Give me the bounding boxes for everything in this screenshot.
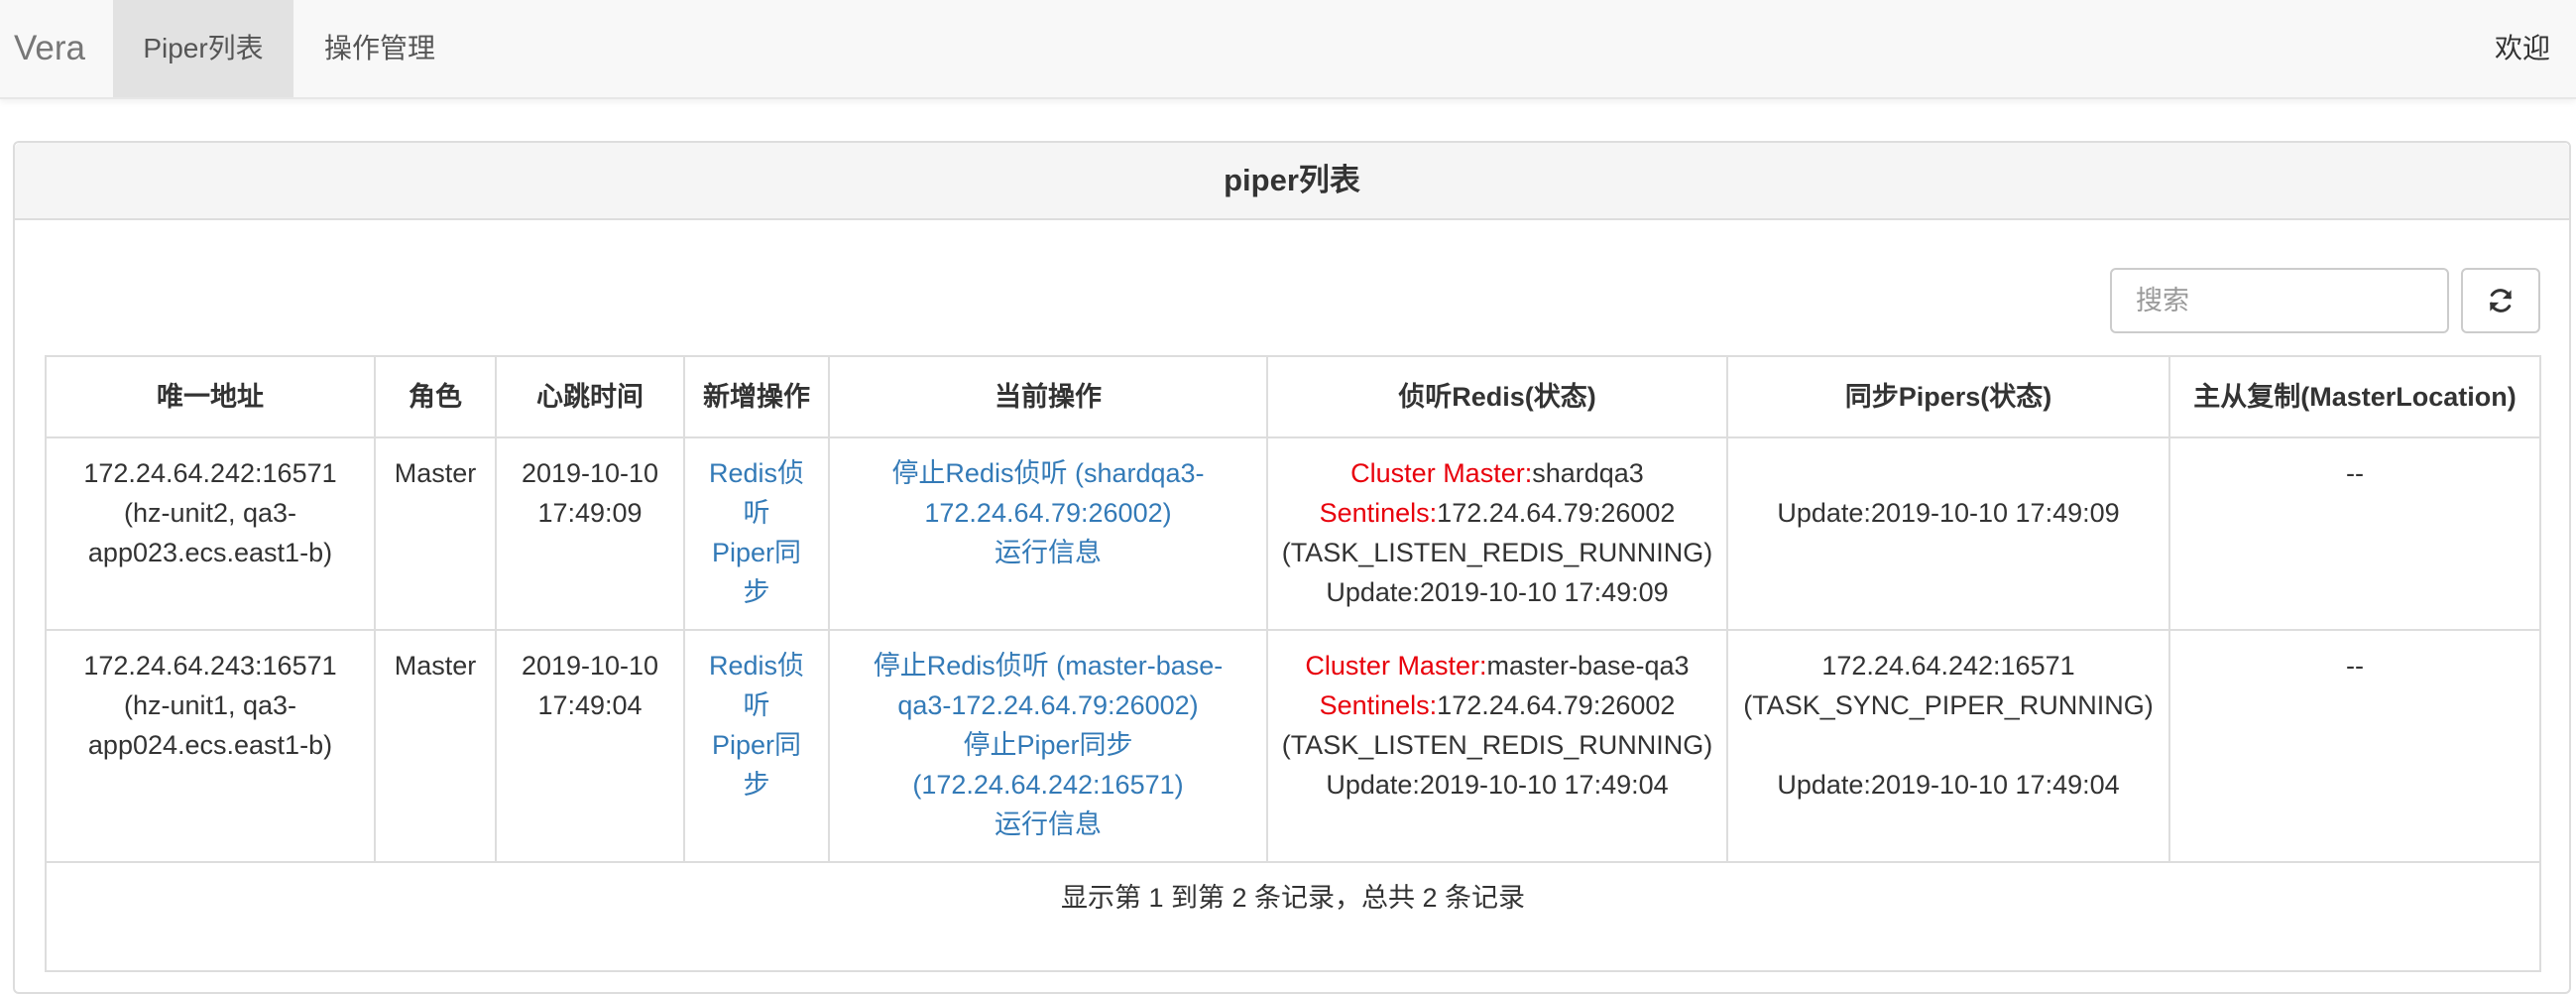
- column-header-address[interactable]: 唯一地址: [45, 355, 376, 438]
- add-redis-listen-link[interactable]: Redis侦 听: [693, 646, 820, 725]
- sync-pipers-cell: Update:2019-10-10 17:49:09: [1726, 436, 2170, 631]
- cluster-master-value: shardqa3: [1532, 458, 1644, 488]
- link-text[interactable]: Piper同: [693, 533, 820, 572]
- link-text[interactable]: 停止Piper同步: [838, 725, 1258, 765]
- piper-table: 唯一地址 角色 心跳时间 新增操作 当前操作 侦听Redis(状态) 同步Pip…: [45, 355, 2541, 972]
- listen-redis-cell: Cluster Master:shardqa3 Sentinels:172.24…: [1266, 436, 1728, 631]
- refresh-button[interactable]: [2461, 268, 2540, 333]
- add-operation-cell: Redis侦 听 Piper同 步: [683, 436, 830, 631]
- master-location-cell: --: [2168, 436, 2541, 631]
- column-header-current-operation[interactable]: 当前操作: [828, 355, 1268, 438]
- sentinels-value: 172.24.64.79:26002: [1437, 690, 1676, 720]
- sentinels-line: Sentinels:172.24.64.79:26002: [1276, 685, 1718, 725]
- cluster-master-line: Cluster Master:master-base-qa3: [1276, 646, 1718, 685]
- brand-logo[interactable]: Vera: [14, 0, 85, 97]
- tab-operation-management[interactable]: 操作管理: [293, 0, 466, 97]
- refresh-icon: [2490, 289, 2512, 312]
- navbar: Vera Piper列表 操作管理 欢迎: [0, 0, 2576, 99]
- current-operation-cell: 停止Redis侦听 (master-base- qa3-172.24.64.79…: [828, 629, 1268, 863]
- sentinels-label: Sentinels:: [1319, 690, 1438, 720]
- role-cell: Master: [374, 629, 497, 863]
- role-cell: Master: [374, 436, 497, 631]
- listen-redis-cell: Cluster Master:master-base-qa3 Sentinels…: [1266, 629, 1728, 863]
- heartbeat-date: 2019-10-10: [521, 651, 659, 681]
- panel-title: piper列表: [15, 143, 2569, 220]
- link-text[interactable]: 步: [693, 572, 820, 612]
- link-text[interactable]: (172.24.64.242:16571): [838, 765, 1258, 805]
- search-input[interactable]: [2110, 268, 2449, 333]
- heartbeat-cell: 2019-10-10 17:49:09: [495, 436, 685, 631]
- redis-update-time: Update:2019-10-10 17:49:04: [1326, 770, 1669, 800]
- address-cell: 172.24.64.243:16571 (hz-unit1, qa3- app0…: [45, 629, 376, 863]
- sync-update-time: Update:2019-10-10 17:49:04: [1777, 770, 2120, 800]
- table-footer-row: 显示第 1 到第 2 条记录，总共 2 条记录: [45, 861, 2541, 972]
- cluster-master-label: Cluster Master:: [1305, 651, 1487, 681]
- address-line: app023.ecs.east1-b): [87, 538, 333, 567]
- sentinels-value: 172.24.64.79:26002: [1437, 498, 1676, 528]
- column-header-master-location[interactable]: 主从复制(MasterLocation): [2168, 355, 2541, 438]
- sync-status: (TASK_SYNC_PIPER_RUNNING): [1743, 690, 2154, 720]
- redis-status: (TASK_LISTEN_REDIS_RUNNING): [1281, 730, 1713, 760]
- heartbeat-date: 2019-10-10: [521, 458, 659, 488]
- add-piper-sync-link[interactable]: Piper同 步: [693, 725, 820, 805]
- tab-piper-list[interactable]: Piper列表: [113, 0, 293, 97]
- current-operation-cell: 停止Redis侦听 (shardqa3- 172.24.64.79:26002)…: [828, 436, 1268, 631]
- cluster-master-label: Cluster Master:: [1350, 458, 1533, 488]
- stop-piper-sync-link[interactable]: 停止Piper同步 (172.24.64.242:16571): [838, 725, 1258, 805]
- table-header-row: 唯一地址 角色 心跳时间 新增操作 当前操作 侦听Redis(状态) 同步Pip…: [45, 355, 2541, 438]
- sync-pipers-cell: 172.24.64.242:16571 (TASK_SYNC_PIPER_RUN…: [1726, 629, 2170, 863]
- heartbeat-cell: 2019-10-10 17:49:04: [495, 629, 685, 863]
- address-line: (hz-unit2, qa3-: [123, 498, 297, 528]
- sentinels-label: Sentinels:: [1319, 498, 1438, 528]
- add-operation-cell: Redis侦 听 Piper同 步: [683, 629, 830, 863]
- column-header-role[interactable]: 角色: [374, 355, 497, 438]
- link-text[interactable]: Redis侦: [693, 453, 820, 493]
- table-row: 172.24.64.242:16571 (hz-unit2, qa3- app0…: [45, 436, 2541, 631]
- link-text[interactable]: 停止Redis侦听 (shardqa3-: [838, 453, 1258, 493]
- link-text[interactable]: Piper同: [693, 725, 820, 765]
- redis-status: (TASK_LISTEN_REDIS_RUNNING): [1281, 538, 1713, 567]
- link-text[interactable]: Redis侦: [693, 646, 820, 685]
- run-info-link[interactable]: 运行信息: [838, 533, 1258, 572]
- stop-redis-listen-link[interactable]: 停止Redis侦听 (shardqa3- 172.24.64.79:26002): [838, 453, 1258, 533]
- address-line: app024.ecs.east1-b): [87, 730, 333, 760]
- link-text[interactable]: 172.24.64.79:26002): [838, 493, 1258, 533]
- table-row: 172.24.64.243:16571 (hz-unit1, qa3- app0…: [45, 629, 2541, 863]
- link-text[interactable]: 步: [693, 765, 820, 805]
- column-header-listen-redis[interactable]: 侦听Redis(状态): [1266, 355, 1728, 438]
- address-line: 172.24.64.243:16571: [83, 651, 337, 681]
- column-header-sync-pipers[interactable]: 同步Pipers(状态): [1726, 355, 2170, 438]
- cluster-master-value: master-base-qa3: [1486, 651, 1690, 681]
- master-location-cell: --: [2168, 629, 2541, 863]
- address-line: (hz-unit1, qa3-: [123, 690, 297, 720]
- sync-update-time: Update:2019-10-10 17:49:09: [1777, 498, 2120, 528]
- add-piper-sync-link[interactable]: Piper同 步: [693, 533, 820, 612]
- address-cell: 172.24.64.242:16571 (hz-unit2, qa3- app0…: [45, 436, 376, 631]
- heartbeat-time: 17:49:04: [537, 690, 643, 720]
- sentinels-line: Sentinels:172.24.64.79:26002: [1276, 493, 1718, 533]
- link-text[interactable]: 停止Redis侦听 (master-base-: [838, 646, 1258, 685]
- link-text[interactable]: qa3-172.24.64.79:26002): [838, 685, 1258, 725]
- run-info-link[interactable]: 运行信息: [838, 805, 1258, 844]
- link-text[interactable]: 听: [693, 493, 820, 533]
- heartbeat-time: 17:49:09: [537, 498, 643, 528]
- link-text[interactable]: 听: [693, 685, 820, 725]
- column-header-heartbeat[interactable]: 心跳时间: [495, 355, 685, 438]
- address-line: 172.24.64.242:16571: [83, 458, 337, 488]
- sync-peer-address: 172.24.64.242:16571: [1821, 651, 2075, 681]
- cluster-master-line: Cluster Master:shardqa3: [1276, 453, 1718, 493]
- column-header-add-operation[interactable]: 新增操作: [683, 355, 830, 438]
- add-redis-listen-link[interactable]: Redis侦 听: [693, 453, 820, 533]
- welcome-menu[interactable]: 欢迎: [2495, 0, 2550, 97]
- stop-redis-listen-link[interactable]: 停止Redis侦听 (master-base- qa3-172.24.64.79…: [838, 646, 1258, 725]
- redis-update-time: Update:2019-10-10 17:49:09: [1326, 577, 1669, 607]
- pagination-info: 显示第 1 到第 2 条记录，总共 2 条记录: [45, 861, 2541, 972]
